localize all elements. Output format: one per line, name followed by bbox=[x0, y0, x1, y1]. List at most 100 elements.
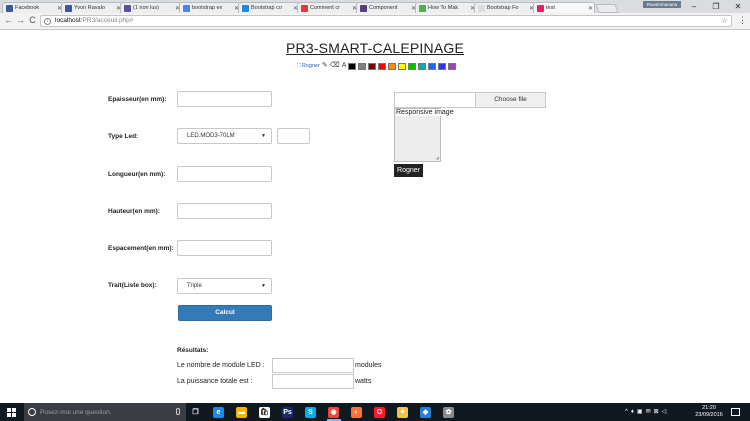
tool-app-icon[interactable]: ✿ bbox=[443, 407, 454, 418]
color-swatch[interactable] bbox=[398, 62, 407, 70]
type-led-select[interactable]: LED.MOD3-70LM ▼ bbox=[177, 128, 272, 144]
tray-icon[interactable]: ^ bbox=[625, 409, 628, 415]
firefox-icon[interactable]: ◐ bbox=[351, 407, 362, 418]
color-swatch[interactable] bbox=[368, 62, 377, 70]
microphone-icon[interactable] bbox=[176, 408, 180, 415]
modules-unit: modules bbox=[355, 362, 382, 369]
store-icon[interactable]: 🛍 bbox=[259, 407, 270, 418]
browser-tab[interactable]: Comment cr ✕ bbox=[297, 2, 359, 13]
minimize-button[interactable]: – bbox=[683, 0, 705, 13]
tab-title: Component bbox=[369, 5, 398, 11]
browser-tab[interactable]: Facebook ✕ bbox=[2, 2, 64, 13]
window-close-button[interactable]: ✕ bbox=[727, 0, 749, 13]
tab-close-icon[interactable]: ✕ bbox=[587, 5, 594, 12]
type-led-extra-input[interactable] bbox=[277, 128, 310, 144]
windows-taskbar: Posez-moi une question. ^ ♦ ▣ ✉ ⊠ ◁ 21:20 23/… bbox=[0, 403, 750, 421]
back-icon[interactable]: ← bbox=[3, 15, 14, 26]
tab-title: Bootstrap Fo bbox=[487, 5, 519, 11]
tab-favicon-icon bbox=[242, 4, 249, 12]
longueur-input[interactable] bbox=[177, 166, 272, 182]
skype-icon[interactable]: S bbox=[305, 407, 316, 418]
epaisseur-label: Epaisseur(en mm): bbox=[108, 96, 167, 103]
type-led-value: LED.MOD3-70LM bbox=[187, 133, 235, 139]
browser-tab[interactable]: (1 non lus) ✕ bbox=[120, 2, 182, 13]
color-swatch[interactable] bbox=[418, 62, 427, 70]
tray-icon[interactable]: ▣ bbox=[637, 408, 643, 415]
task-view-icon[interactable]: ❐ bbox=[190, 407, 201, 418]
browser-tab[interactable]: Bootstrap Fo ✕ bbox=[474, 2, 536, 13]
3d-app-icon[interactable]: ◆ bbox=[420, 407, 431, 418]
clock-date: 23/09/2016 bbox=[695, 412, 723, 418]
eraser-icon[interactable]: ⌫ bbox=[330, 62, 340, 70]
text-tool-icon[interactable]: A bbox=[342, 62, 347, 70]
hauteur-label: Hauteur(en mm): bbox=[108, 208, 161, 215]
browser-tab[interactable]: Component ✕ bbox=[356, 2, 418, 13]
notification-icon[interactable] bbox=[731, 408, 740, 416]
color-swatch[interactable] bbox=[438, 62, 447, 70]
trait-label: Trait(Liste box): bbox=[108, 282, 157, 289]
new-tab-button[interactable] bbox=[595, 4, 619, 13]
color-swatch[interactable] bbox=[348, 62, 357, 70]
browser-tab[interactable]: Yvon Ravalo ✕ bbox=[61, 2, 123, 13]
tray-icon[interactable]: ⊠ bbox=[654, 408, 659, 415]
page-title: PR3-SMART-CALEPINAGE bbox=[285, 40, 464, 56]
browser-tab[interactable]: Bootstrap co ✕ bbox=[238, 2, 300, 13]
chevron-down-icon: ▼ bbox=[261, 283, 266, 289]
tray-icon[interactable]: ◁ bbox=[662, 408, 667, 415]
trait-select[interactable]: Triple ▼ bbox=[177, 278, 272, 294]
restore-button[interactable]: ❐ bbox=[705, 0, 727, 13]
espacement-label: Espacement(en mm): bbox=[108, 245, 174, 252]
modules-output[interactable] bbox=[272, 358, 354, 373]
explorer-icon[interactable]: ▬ bbox=[236, 407, 247, 418]
url-field[interactable]: i localhost/PR3/acceuil.php# ☆ bbox=[40, 15, 732, 27]
url-text: localhost/PR3/acceuil.php# bbox=[55, 17, 133, 24]
cortana-search[interactable]: Posez-moi une question. bbox=[24, 403, 186, 421]
bookmark-star-icon[interactable]: ☆ bbox=[721, 16, 728, 25]
system-tray: ^ ♦ ▣ ✉ ⊠ ◁ bbox=[625, 408, 667, 416]
choose-file-button[interactable]: Choose file bbox=[475, 93, 545, 107]
menu-icon[interactable]: ⋮ bbox=[737, 15, 748, 26]
trait-value: Triple bbox=[187, 283, 202, 289]
photoshop-icon[interactable]: Ps bbox=[282, 407, 293, 418]
clock[interactable]: 21:20 23/09/2016 bbox=[694, 405, 724, 419]
tab-title: Facebook bbox=[15, 5, 40, 11]
color-swatch[interactable] bbox=[448, 62, 457, 70]
tab-title: Bootstrap co bbox=[251, 5, 282, 11]
tray-icon[interactable]: ✉ bbox=[646, 408, 651, 415]
user-badge[interactable]: Ravalomanana bbox=[643, 1, 681, 8]
color-swatch[interactable] bbox=[378, 62, 387, 70]
tab-title: Yvon Ravalo bbox=[74, 5, 105, 11]
reload-icon[interactable]: C bbox=[27, 15, 38, 26]
color-swatch[interactable] bbox=[408, 62, 417, 70]
edge-icon[interactable]: e bbox=[213, 407, 224, 418]
wamp-icon[interactable]: ✦ bbox=[397, 407, 408, 418]
tab-favicon-icon bbox=[301, 4, 308, 12]
power-unit: watts bbox=[355, 378, 372, 385]
results-title: Résultats: bbox=[177, 347, 209, 354]
browser-tab-strip: Facebook ✕ Yvon Ravalo ✕ (1 non lus) ✕ bootstr… bbox=[0, 0, 750, 13]
power-output[interactable] bbox=[272, 374, 354, 389]
opera-icon[interactable]: O bbox=[374, 407, 385, 418]
page-content: PR3-SMART-CALEPINAGE ⛶ Rogner ✎ ⌫ A Epaiss… bbox=[0, 30, 750, 403]
color-swatch[interactable] bbox=[358, 62, 367, 70]
resize-grip-icon[interactable]: ◢ bbox=[436, 155, 439, 160]
info-icon[interactable]: i bbox=[44, 18, 51, 25]
forward-icon[interactable]: → bbox=[15, 15, 26, 26]
crop-tool[interactable]: ⛶ Rogner bbox=[297, 63, 320, 70]
hauteur-input[interactable] bbox=[177, 203, 272, 219]
chrome-icon[interactable]: ◉ bbox=[328, 407, 339, 418]
windows-start-icon[interactable] bbox=[7, 408, 16, 417]
calcul-button[interactable]: Calcul bbox=[178, 305, 272, 321]
color-swatch[interactable] bbox=[428, 62, 437, 70]
pencil-icon[interactable]: ✎ bbox=[322, 62, 328, 70]
tab-favicon-icon bbox=[478, 4, 485, 12]
tray-icon[interactable]: ♦ bbox=[631, 409, 634, 415]
crop-button[interactable]: Rogner bbox=[394, 164, 423, 177]
browser-tab[interactable]: How To Mak ✕ bbox=[415, 2, 477, 13]
color-swatch[interactable] bbox=[388, 62, 397, 70]
espacement-input[interactable] bbox=[177, 240, 272, 256]
epaisseur-input[interactable] bbox=[177, 91, 272, 107]
file-input[interactable]: Choose file bbox=[394, 92, 546, 108]
browser-tab[interactable]: bootstrap ex ✕ bbox=[179, 2, 241, 13]
browser-tab[interactable]: test ✕ bbox=[533, 2, 595, 13]
